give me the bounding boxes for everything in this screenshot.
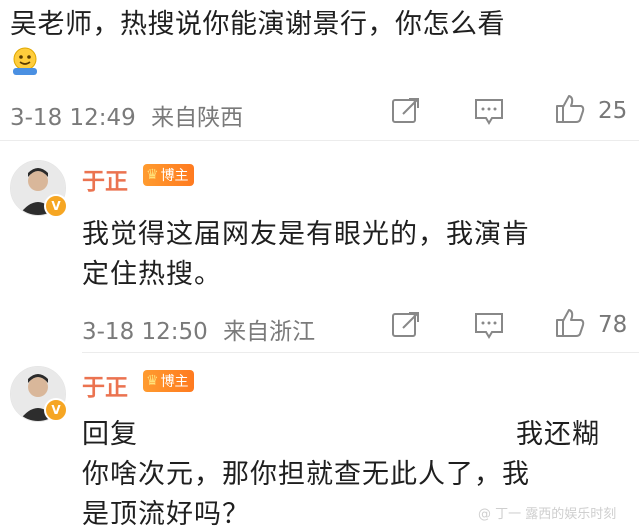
verified-icon: V [44,194,68,218]
watermark: @ 丁一 露西的娱乐时刻 [478,507,617,522]
reply-text-line: 定住热搜。 [82,259,222,290]
reply-time: 3-18 12:50 [82,319,208,345]
crown-icon: ♛ [146,167,159,183]
blogger-badge: ♛ 博主 [143,370,194,392]
comment-time: 3-18 12:49 [10,105,136,131]
comment-meta: 3-18 12:49 来自陕西 [10,98,243,132]
author-name[interactable]: 于正 [82,162,128,196]
reply-text-line: 我还糊 [516,419,600,450]
reply-location: 来自浙江 [223,319,316,345]
smiley-emoji-icon [13,47,37,75]
like-count: 25 [598,98,628,124]
reply-text-line: 你啥次元，那你担就查无此人了，我 [82,459,530,490]
divider [82,352,639,353]
comment-location: 来自陕西 [151,105,244,131]
share-icon[interactable] [389,94,423,128]
like-icon[interactable] [553,92,587,126]
badge-label: 博主 [160,168,189,184]
reply-prefix: 回复 [82,419,138,450]
divider [0,140,639,141]
verified-icon: V [44,398,68,422]
author-name[interactable]: 于正 [82,368,128,402]
blogger-badge: ♛ 博主 [143,164,194,186]
reply-text-line: 是顶流好吗？ [82,499,250,530]
comment-icon[interactable] [472,94,506,128]
reply-meta: 3-18 12:50 来自浙江 [82,312,315,346]
reply-text-line: 我觉得这届网友是有眼光的，我演肯 [82,219,530,250]
like-count: 78 [598,312,628,338]
comment-icon[interactable] [472,308,506,342]
crown-icon: ♛ [146,373,159,389]
parent-comment-text: 吴老师，热搜说你能演谢景行，你怎么看 [10,9,505,40]
share-icon[interactable] [389,308,423,342]
badge-label: 博主 [160,374,189,390]
like-icon[interactable] [553,306,587,340]
